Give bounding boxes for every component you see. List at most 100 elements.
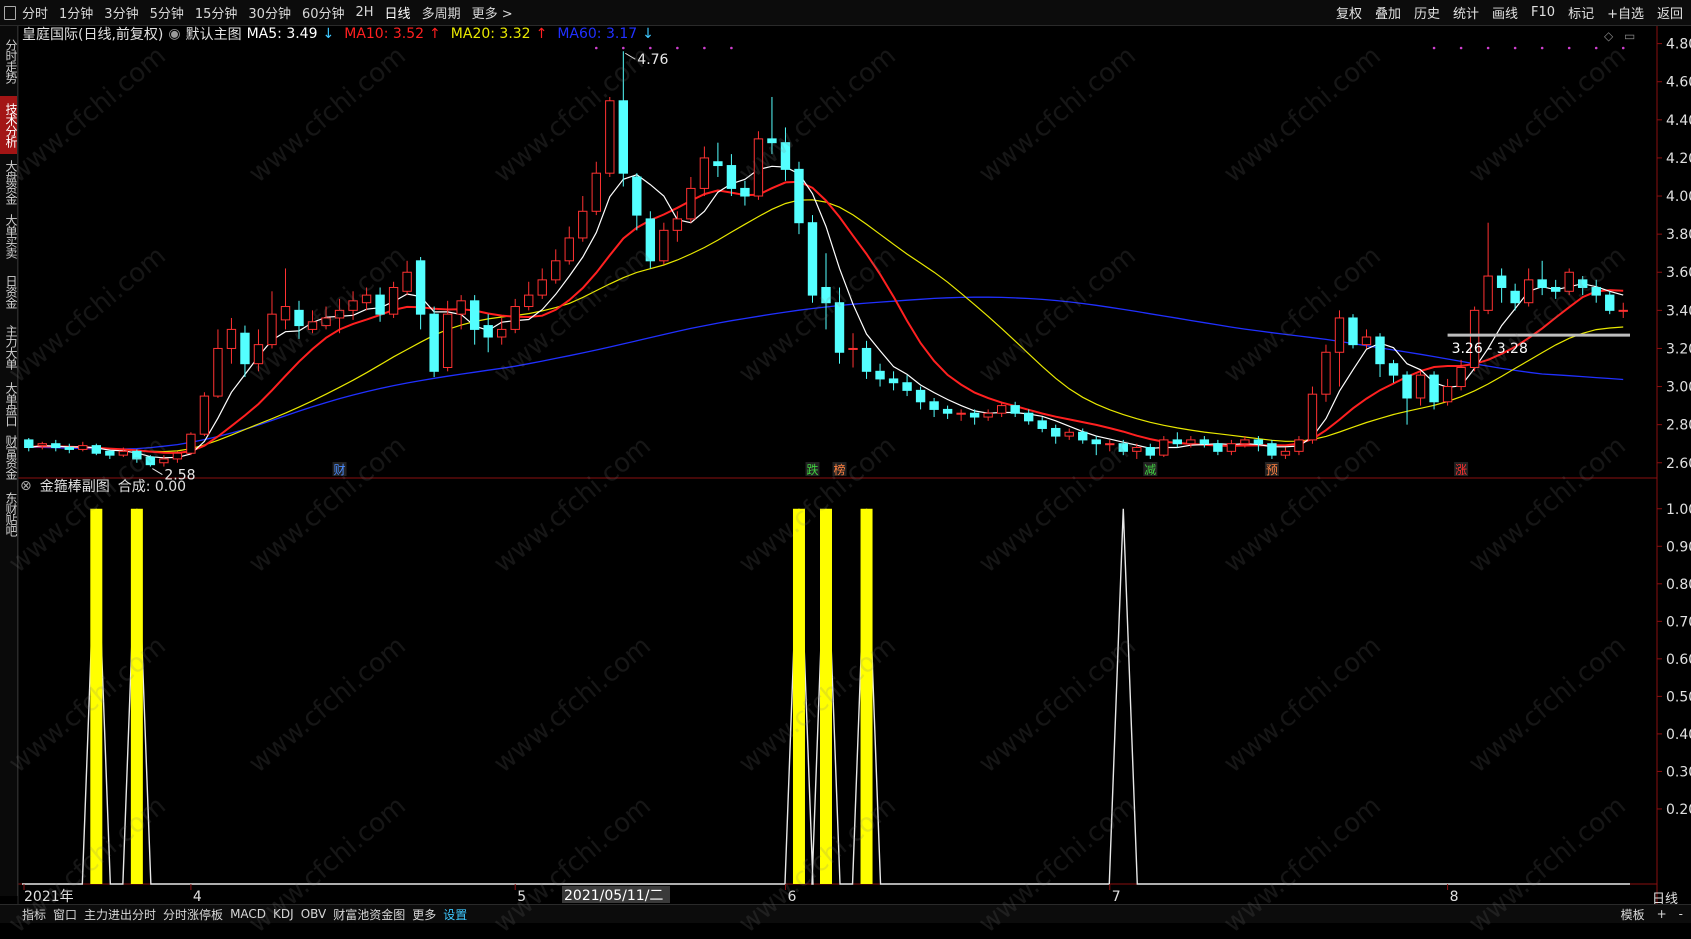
candle-body — [348, 300, 358, 311]
ma10-label: MA10: 3.52 — [344, 26, 425, 42]
indicator-tab-0[interactable]: 指标 — [22, 906, 46, 923]
candle — [1496, 268, 1507, 303]
toolbar-action-4[interactable]: 画线 — [1490, 3, 1520, 22]
toolbar-action-3[interactable]: 统计 — [1451, 3, 1481, 22]
toolbar-action-5[interactable]: F10 — [1529, 5, 1557, 20]
ma10-arrow: ↑ — [429, 26, 441, 42]
indicator-tabs: 指标 窗口 主力进出分时 分时涨停板 MACD KDJ OBV 财富池资金图 更多 设置 — [22, 905, 474, 923]
candle — [415, 257, 426, 330]
toolbar-action-2[interactable]: 历史 — [1412, 3, 1442, 22]
period-tab-1[interactable]: 1分钟 — [59, 3, 93, 22]
bottom-action-0[interactable]: 模板 — [1621, 906, 1645, 923]
sidebar-item-4[interactable]: 日资金 — [0, 266, 18, 316]
bottom-action-2[interactable]: - — [1679, 907, 1683, 921]
period-tab-6[interactable]: 60分钟 — [302, 3, 345, 22]
candle-body — [1361, 336, 1372, 346]
candle — [780, 127, 791, 181]
candle — [645, 211, 656, 269]
candle — [1145, 443, 1155, 459]
candle — [1321, 344, 1331, 402]
indicator-tab-8[interactable]: 更多 — [412, 906, 436, 923]
candle-body — [1618, 309, 1628, 312]
sidebar-item-6[interactable]: 大单盘口 — [0, 378, 18, 430]
candle-body — [861, 347, 872, 372]
signal-dot — [1540, 46, 1544, 50]
main-chart-header: 皇庭国际(日线,前复权) ◉ 默认主图 MA5: 3.49 ↓ MA10: 3.5… — [22, 24, 664, 44]
candle-body — [888, 378, 899, 384]
sidebar-item-2[interactable]: 大盘资金 — [0, 158, 18, 206]
toolbar-action-0[interactable]: 复权 — [1334, 3, 1364, 22]
period-tab-4[interactable]: 15分钟 — [195, 3, 238, 22]
period-tab-7[interactable]: 2H — [356, 5, 374, 20]
candle-body — [1145, 447, 1155, 456]
sub-chart-title[interactable]: 金箍棒副图 — [40, 476, 110, 496]
sub-chart-close-icon[interactable]: ⊗ — [20, 478, 32, 494]
candle — [713, 142, 723, 177]
candle — [240, 325, 250, 378]
sidebar-item-1[interactable]: 技术分析 — [0, 96, 18, 154]
candle — [37, 441, 47, 450]
ma20-arrow: ↑ — [535, 26, 548, 42]
time-tick-label: 6 — [787, 889, 796, 905]
candle-body — [1348, 317, 1358, 346]
indicator-tab-3[interactable]: 分时涨停板 — [163, 906, 223, 923]
sidebar-item-7[interactable]: 财富资金 — [0, 434, 18, 480]
candle-body — [996, 405, 1007, 414]
signal-dot — [703, 46, 706, 50]
indicator-tab-2[interactable]: 主力进出分时 — [84, 906, 156, 923]
candle — [699, 146, 710, 197]
candle — [1010, 401, 1020, 418]
candle-body — [1294, 439, 1304, 452]
sidebar-item-3[interactable]: 大单买卖 — [0, 210, 18, 262]
template-name[interactable]: 默认主图 — [186, 24, 242, 44]
candle-body — [429, 313, 439, 372]
indicator-tab-6[interactable]: OBV — [301, 907, 327, 921]
layout-icon[interactable] — [4, 6, 16, 20]
bottom-actions: 模板 + - — [1609, 905, 1683, 923]
candle — [1605, 291, 1615, 315]
ma20-value: MA20: 3.32 ↑ — [451, 26, 553, 42]
candle-body — [794, 168, 804, 224]
high-price-pointer — [625, 52, 636, 60]
indicator-tab-5[interactable]: KDJ — [273, 907, 294, 921]
indicator-tab-7[interactable]: 财富池资金图 — [333, 906, 405, 923]
period-tab-0[interactable]: 分时 — [22, 3, 48, 22]
candle-body — [1564, 271, 1574, 292]
candle — [1550, 279, 1561, 299]
toolbar-action-6[interactable]: 标记 — [1566, 3, 1596, 22]
stock-name[interactable]: 皇庭国际(日线,前复权) — [22, 24, 163, 44]
candle — [902, 375, 912, 397]
candle-body — [699, 157, 710, 189]
bottom-action-1[interactable]: + — [1657, 907, 1667, 921]
template-gear-icon[interactable]: ◉ — [168, 26, 180, 42]
candle-body — [834, 302, 845, 353]
candle — [1429, 371, 1439, 410]
event-tag: 预 — [1266, 463, 1278, 477]
indicator-tab-1[interactable]: 窗口 — [53, 906, 77, 923]
period-tab-2[interactable]: 3分钟 — [104, 3, 138, 22]
period-tab-3[interactable]: 5分钟 — [150, 3, 184, 22]
chart-canvas[interactable]: 4.80 4.60 4.40 4.20 4.00 3.80 3.60 3.40 3.20 3.00… — [0, 0, 1691, 922]
sidebar-item-5[interactable]: 主力大单 — [0, 321, 18, 373]
indicator-tab-4[interactable]: MACD — [230, 907, 266, 921]
signal-dot — [730, 46, 733, 50]
indicator-tab-9[interactable]: 设置 — [443, 906, 467, 923]
toolbar-action-8[interactable]: 返回 — [1655, 3, 1685, 22]
sidebar-item-0[interactable]: 分时走势 — [0, 32, 18, 90]
candle-body — [672, 218, 683, 231]
sidebar-item-8[interactable]: 东财贴吧 — [0, 484, 18, 544]
candle-body — [1375, 336, 1385, 365]
candle — [537, 268, 547, 299]
period-tab-5[interactable]: 30分钟 — [248, 3, 291, 22]
period-tab-9[interactable]: 多周期 — [422, 3, 461, 22]
price-tick-label: 3.40 — [1666, 303, 1691, 319]
time-tick-label: 7 — [1112, 889, 1121, 905]
candle-body — [902, 382, 912, 391]
period-tab-10[interactable]: 更多 > — [472, 3, 513, 22]
toolbar-action-7[interactable]: +自选 — [1605, 3, 1646, 22]
period-tab-8[interactable]: 日线 — [385, 3, 411, 22]
candle — [1091, 436, 1101, 456]
toolbar-action-1[interactable]: 叠加 — [1373, 3, 1403, 22]
candle — [64, 443, 74, 454]
signal-dot — [1432, 46, 1436, 50]
